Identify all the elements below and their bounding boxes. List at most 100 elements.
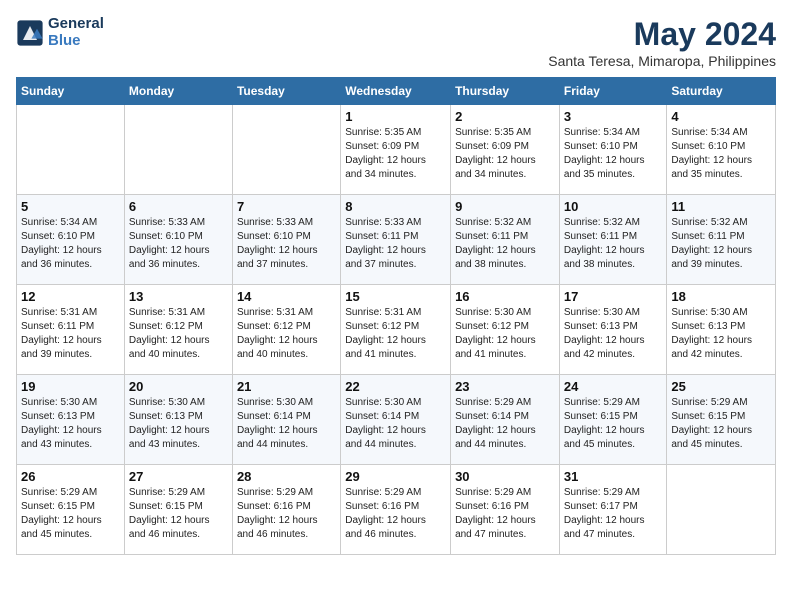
day-number: 23 [455,379,555,394]
day-info: Sunrise: 5:31 AM Sunset: 6:12 PM Dayligh… [129,306,228,362]
calendar-cell: 19 Sunrise: 5:30 AM Sunset: 6:13 PM Dayli… [17,375,125,465]
day-info: Sunrise: 5:30 AM Sunset: 6:14 PM Dayligh… [345,396,446,452]
calendar-cell: 22Sunrise: 5:30 AM Sunset: 6:14 PM Dayli… [341,375,451,465]
weekday-header: Tuesday [232,78,340,105]
calendar-cell [17,105,125,195]
calendar-cell [667,465,776,555]
day-number: 6 [129,199,228,214]
day-info: Sunrise: 5:30 AM Sunset: 6:14 PM Dayligh… [237,396,336,452]
calendar-cell [124,105,232,195]
day-info: Sunrise: 5:33 AM Sunset: 6:10 PM Dayligh… [129,216,228,272]
day-info: Sunrise: 5:29 AM Sunset: 6:15 PM Dayligh… [21,486,120,542]
calendar-table: SundayMondayTuesdayWednesdayThursdayFrid… [16,77,776,555]
calendar-cell: 5 Sunrise: 5:34 AM Sunset: 6:10 PM Daylig… [17,195,125,285]
day-info: Sunrise: 5:32 AM Sunset: 6:11 PM Dayligh… [564,216,663,272]
calendar-week-row: 5 Sunrise: 5:34 AM Sunset: 6:10 PM Daylig… [17,195,776,285]
calendar-cell: 26 Sunrise: 5:29 AM Sunset: 6:15 PM Dayli… [17,465,125,555]
day-info: Sunrise: 5:31 AM Sunset: 6:11 PM Dayligh… [21,306,120,362]
month-title: May 2024 [548,16,776,53]
day-number: 13 [129,289,228,304]
weekday-header-row: SundayMondayTuesdayWednesdayThursdayFrid… [17,78,776,105]
calendar-cell [232,105,340,195]
weekday-header: Thursday [451,78,560,105]
day-number: 19 [21,379,120,394]
day-info: Sunrise: 5:32 AM Sunset: 6:11 PM Dayligh… [455,216,555,272]
day-info: Sunrise: 5:30 AM Sunset: 6:13 PM Dayligh… [564,306,663,362]
day-info: Sunrise: 5:33 AM Sunset: 6:10 PM Dayligh… [237,216,336,272]
weekday-header: Saturday [667,78,776,105]
day-info: Sunrise: 5:30 AM Sunset: 6:13 PM Dayligh… [671,306,771,362]
day-number: 1 [345,109,446,124]
calendar-cell: 4 Sunrise: 5:34 AM Sunset: 6:10 PM Daylig… [667,105,776,195]
day-number: 14 [237,289,336,304]
day-info: Sunrise: 5:29 AM Sunset: 6:16 PM Dayligh… [345,486,446,542]
logo-text: General Blue [48,16,104,49]
day-number: 4 [671,109,771,124]
calendar-cell: 16Sunrise: 5:30 AM Sunset: 6:12 PM Dayli… [451,285,560,375]
calendar-cell: 30Sunrise: 5:29 AM Sunset: 6:16 PM Dayli… [451,465,560,555]
logo-line2: Blue [48,33,104,50]
location: Santa Teresa, Mimaropa, Philippines [548,53,776,69]
day-info: Sunrise: 5:29 AM Sunset: 6:15 PM Dayligh… [129,486,228,542]
day-number: 10 [564,199,663,214]
day-number: 15 [345,289,446,304]
day-number: 21 [237,379,336,394]
calendar-cell: 17 Sunrise: 5:30 AM Sunset: 6:13 PM Dayli… [559,285,667,375]
day-info: Sunrise: 5:29 AM Sunset: 6:15 PM Dayligh… [671,396,771,452]
day-info: Sunrise: 5:34 AM Sunset: 6:10 PM Dayligh… [21,216,120,272]
day-number: 27 [129,469,228,484]
calendar-week-row: 1 Sunrise: 5:35 AM Sunset: 6:09 PM Daylig… [17,105,776,195]
calendar-cell: 1Sunrise: 5:35 AM Sunset: 6:09 PM Daylig… [341,105,451,195]
calendar-week-row: 12 Sunrise: 5:31 AM Sunset: 6:11 PM Dayli… [17,285,776,375]
day-info: Sunrise: 5:33 AM Sunset: 6:11 PM Dayligh… [345,216,446,272]
weekday-header: Sunday [17,78,125,105]
day-number: 18 [671,289,771,304]
calendar-cell: 29 Sunrise: 5:29 AM Sunset: 6:16 PM Dayli… [341,465,451,555]
day-number: 17 [564,289,663,304]
calendar-cell: 3 Sunrise: 5:34 AM Sunset: 6:10 PM Daylig… [559,105,667,195]
calendar-cell: 31 Sunrise: 5:29 AM Sunset: 6:17 PM Dayli… [559,465,667,555]
calendar-cell: 2 Sunrise: 5:35 AM Sunset: 6:09 PM Daylig… [451,105,560,195]
day-info: Sunrise: 5:29 AM Sunset: 6:14 PM Dayligh… [455,396,555,452]
day-info: Sunrise: 5:34 AM Sunset: 6:10 PM Dayligh… [671,126,771,182]
calendar-cell: 11Sunrise: 5:32 AM Sunset: 6:11 PM Dayli… [667,195,776,285]
day-number: 12 [21,289,120,304]
calendar-cell: 15Sunrise: 5:31 AM Sunset: 6:12 PM Dayli… [341,285,451,375]
calendar-cell: 20Sunrise: 5:30 AM Sunset: 6:13 PM Dayli… [124,375,232,465]
weekday-header: Friday [559,78,667,105]
logo-icon [16,19,44,47]
calendar-cell: 10 Sunrise: 5:32 AM Sunset: 6:11 PM Dayli… [559,195,667,285]
day-number: 29 [345,469,446,484]
day-number: 26 [21,469,120,484]
day-info: Sunrise: 5:29 AM Sunset: 6:15 PM Dayligh… [564,396,663,452]
title-block: May 2024 Santa Teresa, Mimaropa, Philipp… [548,16,776,69]
day-number: 8 [345,199,446,214]
day-info: Sunrise: 5:31 AM Sunset: 6:12 PM Dayligh… [237,306,336,362]
calendar-cell: 18 Sunrise: 5:30 AM Sunset: 6:13 PM Dayli… [667,285,776,375]
calendar-cell: 27 Sunrise: 5:29 AM Sunset: 6:15 PM Dayli… [124,465,232,555]
calendar-cell: 9 Sunrise: 5:32 AM Sunset: 6:11 PM Daylig… [451,195,560,285]
day-number: 25 [671,379,771,394]
day-info: Sunrise: 5:29 AM Sunset: 6:17 PM Dayligh… [564,486,663,542]
calendar-cell: 14 Sunrise: 5:31 AM Sunset: 6:12 PM Dayli… [232,285,340,375]
day-number: 2 [455,109,555,124]
calendar-week-row: 19 Sunrise: 5:30 AM Sunset: 6:13 PM Dayli… [17,375,776,465]
day-info: Sunrise: 5:34 AM Sunset: 6:10 PM Dayligh… [564,126,663,182]
day-number: 30 [455,469,555,484]
calendar-cell: 12 Sunrise: 5:31 AM Sunset: 6:11 PM Dayli… [17,285,125,375]
calendar-week-row: 26 Sunrise: 5:29 AM Sunset: 6:15 PM Dayli… [17,465,776,555]
logo: General Blue [16,16,104,49]
calendar-cell: 25 Sunrise: 5:29 AM Sunset: 6:15 PM Dayli… [667,375,776,465]
day-number: 3 [564,109,663,124]
day-number: 9 [455,199,555,214]
day-number: 7 [237,199,336,214]
day-number: 28 [237,469,336,484]
day-number: 31 [564,469,663,484]
day-number: 5 [21,199,120,214]
weekday-header: Monday [124,78,232,105]
calendar-cell: 7 Sunrise: 5:33 AM Sunset: 6:10 PM Daylig… [232,195,340,285]
day-number: 11 [671,199,771,214]
day-info: Sunrise: 5:30 AM Sunset: 6:13 PM Dayligh… [21,396,120,452]
calendar-cell: 28Sunrise: 5:29 AM Sunset: 6:16 PM Dayli… [232,465,340,555]
day-info: Sunrise: 5:35 AM Sunset: 6:09 PM Dayligh… [455,126,555,182]
